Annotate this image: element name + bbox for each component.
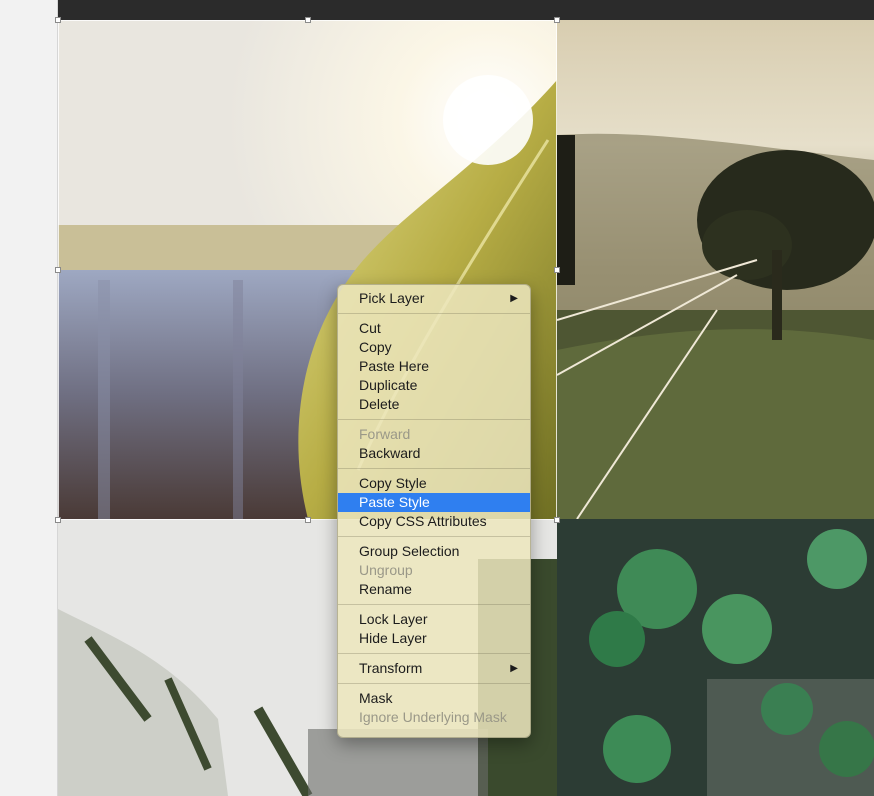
resize-handle-bottom-middle[interactable] xyxy=(305,517,311,523)
menu-separator xyxy=(338,468,530,469)
menu-separator xyxy=(338,419,530,420)
menu-item-transform[interactable]: Transform ▶ xyxy=(338,659,530,678)
menu-item-label: Copy Style xyxy=(359,475,427,491)
resize-handle-top-middle[interactable] xyxy=(305,17,311,23)
menu-item-duplicate[interactable]: Duplicate xyxy=(338,376,530,395)
context-menu: Pick Layer ▶ Cut Copy Paste Here Duplicate Del… xyxy=(337,284,531,738)
menu-item-label: Lock Layer xyxy=(359,611,428,627)
menu-separator xyxy=(338,536,530,537)
menu-item-rename[interactable]: Rename xyxy=(338,580,530,599)
menu-item-label: Group Selection xyxy=(359,543,460,559)
menu-item-label: Copy xyxy=(359,339,392,355)
menu-item-label: Delete xyxy=(359,396,400,412)
menu-item-mask[interactable]: Mask xyxy=(338,689,530,708)
menu-separator xyxy=(338,604,530,605)
left-sidebar-gutter xyxy=(0,0,58,796)
menu-item-lock-layer[interactable]: Lock Layer xyxy=(338,610,530,629)
menu-item-paste-style[interactable]: Paste Style xyxy=(338,493,530,512)
menu-separator xyxy=(338,313,530,314)
menu-item-backward[interactable]: Backward xyxy=(338,444,530,463)
menu-item-delete[interactable]: Delete xyxy=(338,395,530,414)
menu-item-label: Forward xyxy=(359,426,411,442)
menu-item-label: Paste Here xyxy=(359,358,430,374)
menu-separator xyxy=(338,683,530,684)
menu-item-label: Backward xyxy=(359,445,421,461)
menu-item-label: Pick Layer xyxy=(359,290,425,306)
menu-item-copy[interactable]: Copy xyxy=(338,338,530,357)
menu-item-pick-layer[interactable]: Pick Layer ▶ xyxy=(338,289,530,308)
menu-item-forward: Forward xyxy=(338,425,530,444)
menu-item-hide-layer[interactable]: Hide Layer xyxy=(338,629,530,648)
image-layer-foggy-field[interactable] xyxy=(557,20,874,519)
menu-item-paste-here[interactable]: Paste Here xyxy=(338,357,530,376)
submenu-arrow-icon: ▶ xyxy=(510,293,518,304)
menu-item-label: Paste Style xyxy=(359,494,430,510)
menu-item-label: Mask xyxy=(359,690,393,706)
menu-item-copy-style[interactable]: Copy Style xyxy=(338,474,530,493)
resize-handle-top-left[interactable] xyxy=(55,17,61,23)
menu-item-label: Duplicate xyxy=(359,377,418,393)
menu-item-cut[interactable]: Cut xyxy=(338,319,530,338)
menu-item-label: Rename xyxy=(359,581,412,597)
menu-item-group-selection[interactable]: Group Selection xyxy=(338,542,530,561)
resize-handle-middle-left[interactable] xyxy=(55,267,61,273)
menu-item-copy-css-attributes[interactable]: Copy CSS Attributes xyxy=(338,512,530,531)
menu-item-label: Cut xyxy=(359,320,381,336)
toolbar-strip xyxy=(58,0,874,20)
menu-separator xyxy=(338,653,530,654)
menu-item-label: Hide Layer xyxy=(359,630,427,646)
resize-handle-middle-right[interactable] xyxy=(554,267,560,273)
menu-item-label: Ignore Underlying Mask xyxy=(359,709,507,725)
menu-item-label: Ungroup xyxy=(359,562,413,578)
resize-handle-bottom-left[interactable] xyxy=(55,517,61,523)
image-layer-green-leaves[interactable] xyxy=(557,519,874,796)
resize-handle-top-right[interactable] xyxy=(554,17,560,23)
menu-item-ignore-underlying-mask: Ignore Underlying Mask xyxy=(338,708,530,727)
submenu-arrow-icon: ▶ xyxy=(510,663,518,674)
resize-handle-bottom-right[interactable] xyxy=(554,517,560,523)
menu-item-label: Copy CSS Attributes xyxy=(359,513,487,529)
menu-item-label: Transform xyxy=(359,660,423,676)
menu-item-ungroup: Ungroup xyxy=(338,561,530,580)
